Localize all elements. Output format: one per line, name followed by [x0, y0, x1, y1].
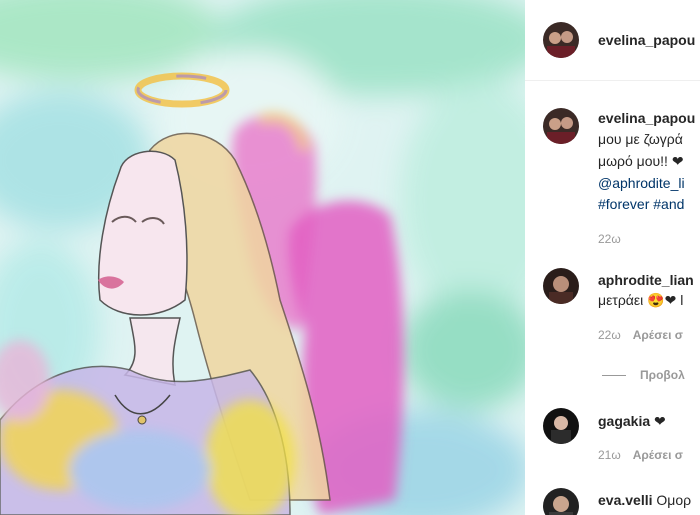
- view-replies-button[interactable]: Προβολ: [602, 368, 685, 382]
- comment-avatar[interactable]: [543, 408, 579, 444]
- comment-text: μετράει 😍❤ l: [598, 292, 684, 308]
- author-avatar[interactable]: [543, 22, 579, 58]
- post-author-username[interactable]: evelina_papou: [598, 32, 695, 48]
- comment-text: ❤: [654, 413, 666, 429]
- comment-timestamp[interactable]: 21ω: [598, 448, 621, 462]
- caption-avatar[interactable]: [543, 108, 579, 144]
- comment-avatar[interactable]: [543, 488, 579, 515]
- post-sidebar: evelina_papou evelina_papou μου με ζωγρά…: [525, 0, 700, 515]
- comment-text: Ομορ: [656, 492, 692, 508]
- caption-username[interactable]: evelina_papou: [598, 110, 695, 126]
- comment-username[interactable]: gagakia: [598, 413, 650, 429]
- post-image[interactable]: [0, 0, 525, 515]
- comment-line: gagakia ❤: [598, 412, 666, 430]
- caption-hashtags[interactable]: #forever #and: [598, 195, 684, 213]
- post-header: evelina_papou: [525, 0, 700, 81]
- comment-meta: 22ω Αρέσει σ: [598, 328, 683, 342]
- caption-mention[interactable]: @aphrodite_li: [598, 174, 685, 192]
- comment-meta: 21ω Αρέσει σ: [598, 448, 683, 462]
- comment-like-link[interactable]: Αρέσει σ: [633, 328, 683, 342]
- comment-username[interactable]: aphrodite_lian: [598, 272, 694, 288]
- comment-like-link[interactable]: Αρέσει σ: [633, 448, 683, 462]
- caption-line-2: μωρό μου!! ❤: [598, 153, 684, 169]
- caption-timestamp[interactable]: 22ω: [598, 232, 621, 246]
- replies-divider: [602, 375, 626, 377]
- caption-line-1: μου με ζωγρά: [598, 131, 683, 147]
- view-replies-label: Προβολ: [640, 368, 685, 382]
- comment-username[interactable]: eva.velli: [598, 492, 653, 508]
- comment-timestamp[interactable]: 22ω: [598, 328, 621, 342]
- comment-line: eva.velli Ομορ: [598, 491, 691, 509]
- comment-avatar[interactable]: [543, 268, 579, 304]
